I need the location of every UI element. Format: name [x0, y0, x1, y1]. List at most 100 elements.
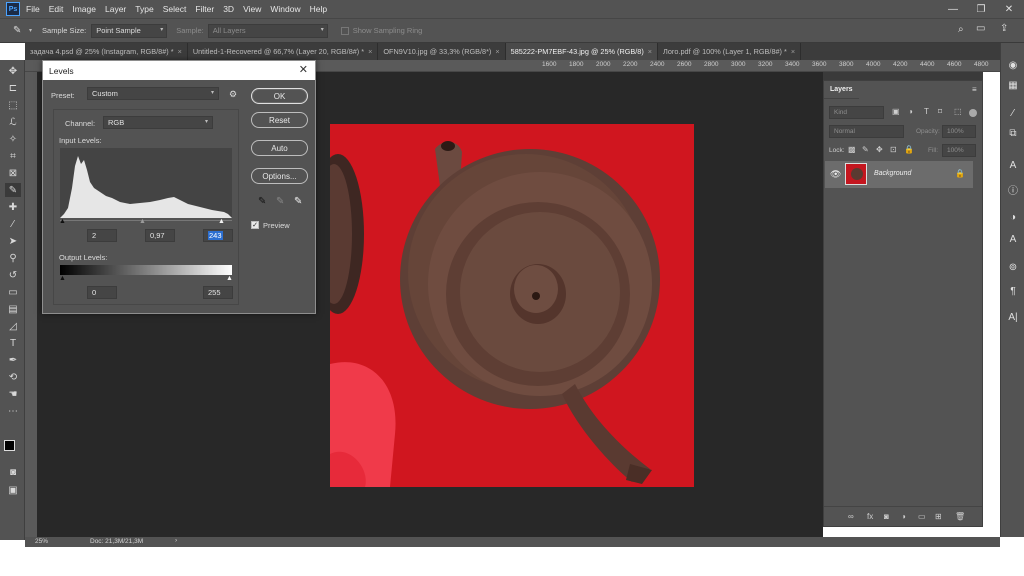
- lock-all-icon[interactable]: 🔒: [904, 145, 914, 154]
- filter-shape-icon[interactable]: ⌑: [938, 107, 942, 116]
- properties-panel-icon[interactable]: A|: [1005, 309, 1021, 325]
- input-gamma-slider[interactable]: ▲: [139, 218, 146, 225]
- adjustments-panel-icon[interactable]: ◑: [1005, 209, 1021, 225]
- opacity-field[interactable]: 100%: [942, 125, 976, 138]
- output-black-slider[interactable]: ▲: [59, 275, 66, 282]
- reset-button[interactable]: Reset: [251, 112, 308, 128]
- restore-button[interactable]: ❐: [968, 0, 994, 18]
- sample-size-select[interactable]: Point Sample ▾: [91, 23, 168, 38]
- output-white-slider[interactable]: ▲: [226, 275, 233, 282]
- eyedropper-tool-preset-icon[interactable]: ✎: [13, 24, 27, 38]
- layer-name[interactable]: Background: [874, 170, 911, 177]
- menu-window[interactable]: Window: [270, 4, 300, 14]
- tab-doc-2[interactable]: Untitled-1-Recovered @ 66,7% (Layer 20, …: [188, 43, 379, 60]
- tab-doc-4[interactable]: 585222-PM7EBF-43.jpg @ 25% (RGB/8) ×: [505, 43, 659, 60]
- transform-tool-icon[interactable]: ⟲: [5, 370, 21, 384]
- paragraph-panel-icon[interactable]: ¶: [1005, 283, 1021, 299]
- layers-tab[interactable]: Layers: [824, 81, 859, 99]
- more-tools-icon[interactable]: ⋯: [5, 404, 21, 418]
- eyedropper-tool-icon[interactable]: ✎: [5, 183, 21, 197]
- rectangle-tool-icon[interactable]: ▭: [5, 285, 21, 299]
- gradient-tool-icon[interactable]: ▤: [5, 302, 21, 316]
- delete-layer-icon[interactable]: 🗑: [955, 512, 965, 521]
- link-layers-icon[interactable]: ∞: [848, 512, 854, 521]
- type-tool-icon[interactable]: T: [5, 336, 21, 350]
- character-panel-icon[interactable]: A: [1005, 157, 1021, 173]
- white-point-eyedropper-icon[interactable]: ✎: [294, 196, 302, 207]
- close-icon[interactable]: ✕: [299, 63, 308, 76]
- eye-icon[interactable]: 👁: [830, 169, 841, 180]
- input-black-slider[interactable]: ▲: [59, 218, 66, 225]
- filter-type-icon[interactable]: T: [924, 107, 929, 116]
- input-white-field[interactable]: 243: [203, 229, 233, 242]
- color-panel-icon[interactable]: ◉: [1005, 57, 1021, 73]
- lock-transparent-icon[interactable]: ▩: [848, 145, 856, 154]
- share-icon[interactable]: ⇪: [1000, 23, 1008, 34]
- new-layer-icon[interactable]: ⊞: [935, 512, 942, 521]
- menu-type[interactable]: Type: [135, 4, 153, 14]
- ok-button[interactable]: OK: [251, 88, 308, 104]
- photoshop-logo[interactable]: Ps: [6, 2, 20, 16]
- channels-panel-icon[interactable]: ⊚: [1005, 259, 1021, 275]
- gray-point-eyedropper-icon[interactable]: ✎: [276, 196, 284, 207]
- clone-stamp-tool-icon[interactable]: ⚲: [5, 251, 21, 265]
- menu-filter[interactable]: Filter: [195, 4, 214, 14]
- filter-smart-object-icon[interactable]: ⬚: [954, 107, 962, 116]
- status-chevron-icon[interactable]: ›: [175, 537, 177, 544]
- group-icon[interactable]: ▭: [918, 512, 926, 521]
- artboard-tool-icon[interactable]: ⊏: [5, 81, 21, 95]
- quick-selection-tool-icon[interactable]: ✧: [5, 132, 21, 146]
- spot-healing-tool-icon[interactable]: ✚: [5, 200, 21, 214]
- tab-doc-1[interactable]: задача 4.psd @ 25% (Instagram, RGB/8#) *…: [25, 43, 188, 60]
- zoom-level[interactable]: 25%: [35, 538, 48, 545]
- output-black-field[interactable]: 0: [87, 286, 117, 299]
- menu-image[interactable]: Image: [72, 4, 96, 14]
- info-panel-icon[interactable]: ⓘ: [1005, 181, 1021, 197]
- close-icon[interactable]: ×: [648, 47, 652, 56]
- adjustment-layer-icon[interactable]: ◑: [901, 512, 906, 521]
- show-sampling-ring-checkbox[interactable]: [340, 26, 349, 35]
- tab-doc-5[interactable]: Лого.pdf @ 100% (Layer 1, RGB/8#) * ×: [658, 43, 802, 60]
- clone-source-icon[interactable]: ⧉: [1005, 125, 1021, 141]
- quick-mask-icon[interactable]: ◙: [5, 465, 21, 479]
- menu-select[interactable]: Select: [163, 4, 187, 14]
- sample-select[interactable]: All Layers ▾: [207, 23, 328, 38]
- input-gamma-field[interactable]: 0,97: [145, 229, 175, 242]
- close-icon[interactable]: ×: [368, 47, 372, 56]
- search-icon[interactable]: ⌕: [958, 24, 964, 35]
- close-icon[interactable]: ×: [178, 47, 182, 56]
- hand-tool-icon[interactable]: ☚: [5, 387, 21, 401]
- fill-field[interactable]: 100%: [942, 144, 976, 157]
- preview-checkbox[interactable]: ✓: [251, 221, 259, 229]
- filter-pixel-icon[interactable]: ▣: [892, 107, 900, 116]
- lock-artboard-icon[interactable]: ⊡: [890, 145, 897, 154]
- preset-select[interactable]: Custom ▾: [87, 87, 219, 100]
- options-button[interactable]: Options...: [251, 168, 308, 184]
- glyphs-panel-icon[interactable]: A: [1005, 231, 1021, 247]
- panel-menu-icon[interactable]: ≡: [972, 85, 977, 94]
- minimize-button[interactable]: —: [940, 0, 966, 18]
- eraser-tool-icon[interactable]: ◿: [5, 319, 21, 333]
- menu-help[interactable]: Help: [310, 4, 327, 14]
- screen-mode-icon[interactable]: ▣: [5, 483, 21, 497]
- history-brush-tool-icon[interactable]: ↺: [5, 268, 21, 282]
- layer-lock-icon[interactable]: 🔒: [955, 169, 965, 178]
- filter-adjustment-icon[interactable]: ◑: [908, 107, 913, 116]
- pen-tool-icon[interactable]: ✒: [5, 353, 21, 367]
- tool-preset-chevron-icon[interactable]: ▾: [29, 27, 32, 34]
- tab-doc-3[interactable]: OFN9V10.jpg @ 33,3% (RGB/8*) ×: [378, 43, 506, 60]
- brush-tool-icon[interactable]: ⁄: [5, 217, 21, 231]
- auto-button[interactable]: Auto: [251, 140, 308, 156]
- filter-toggle[interactable]: [969, 109, 977, 117]
- filter-kind-select[interactable]: Kind: [829, 106, 884, 119]
- output-white-field[interactable]: 255: [203, 286, 233, 299]
- crop-tool-icon[interactable]: ⌗: [5, 149, 21, 163]
- foreground-color-swatch[interactable]: [4, 440, 15, 451]
- layer-style-icon[interactable]: fx: [867, 512, 873, 521]
- layer-row-background[interactable]: 👁 Background 🔒: [825, 161, 973, 188]
- close-icon[interactable]: ×: [495, 47, 499, 56]
- preset-options-gear-icon[interactable]: ⚙: [229, 89, 237, 100]
- menu-3d[interactable]: 3D: [223, 4, 234, 14]
- levels-title-bar[interactable]: Levels ✕: [43, 61, 315, 80]
- channel-select[interactable]: RGB ▾: [103, 116, 213, 129]
